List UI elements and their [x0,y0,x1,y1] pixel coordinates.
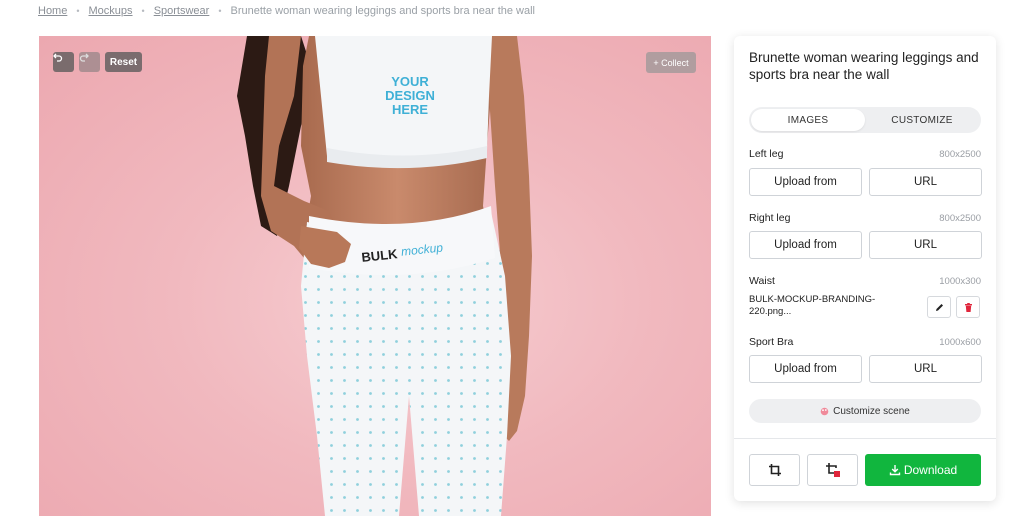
trash-icon [964,302,972,312]
waist-size: 1000x300 [939,276,981,287]
palette-icon [820,407,829,415]
tab-images[interactable]: IMAGES [751,109,865,131]
breadcrumb-current: Brunette woman wearing leggings and spor… [230,5,535,17]
left-leg-size: 800x2500 [939,149,981,160]
delete-waist-button[interactable] [956,296,980,318]
crop-icon [768,464,781,476]
background-button[interactable] [807,454,858,486]
reset-button[interactable]: Reset [105,52,142,72]
left-leg-url-button[interactable]: URL [869,168,982,196]
sport-bra-url-button[interactable]: URL [869,355,982,383]
bra-design-text-2: DESIGN [385,88,435,103]
breadcrumb-separator: • [218,6,222,16]
right-leg-label: Right leg [749,212,791,224]
collect-button[interactable]: + Collect [646,52,696,73]
redo-button[interactable] [79,52,100,72]
breadcrumb-sportswear-link[interactable]: Sportswear [154,5,210,17]
tab-customize[interactable]: CUSTOMIZE [865,109,979,131]
sport-bra-upload-button[interactable]: Upload from [749,355,862,383]
left-leg-upload-button[interactable]: Upload from [749,168,862,196]
right-leg-size: 800x2500 [939,213,981,224]
crop-button[interactable] [749,454,800,486]
panel-divider [734,438,996,439]
background-icon [825,463,840,477]
breadcrumb: Home • Mockups • Sportswear • Brunette w… [38,3,535,19]
customize-scene-label: Customize scene [833,405,910,417]
waist-label: Waist [749,275,775,287]
breadcrumb-separator: • [141,6,145,16]
waist-file-name: BULK-MOCKUP-BRANDING-220.png... [749,294,876,317]
sport-bra-size: 1000x600 [939,337,981,348]
sport-bra-label: Sport Bra [749,336,794,348]
breadcrumb-mockups-link[interactable]: Mockups [89,5,133,17]
right-leg-url-button[interactable]: URL [869,231,982,259]
breadcrumb-home-link[interactable]: Home [38,5,67,17]
bra-design-text-1: YOUR [391,74,429,89]
left-leg-label: Left leg [749,148,784,160]
pencil-icon [935,303,943,311]
right-leg-upload-button[interactable]: Upload from [749,231,862,259]
undo-icon [53,53,63,62]
breadcrumb-separator: • [76,6,80,16]
download-label: Download [903,463,958,477]
bra-design-text-3: HERE [392,102,428,117]
mockup-preview: YOUR DESIGN HERE BULK mockup Reset + Col… [39,36,711,516]
mockup-settings-panel: Brunette woman wearing leggings and spor… [734,36,996,501]
edit-waist-button[interactable] [927,296,951,318]
panel-title: Brunette woman wearing leggings and spor… [749,50,979,82]
redo-icon [79,53,89,62]
mockup-photo: YOUR DESIGN HERE BULK mockup [237,36,532,516]
undo-button[interactable] [53,52,74,72]
panel-tabs: IMAGES CUSTOMIZE [749,107,981,133]
download-button[interactable]: Download [865,454,981,486]
customize-scene-button[interactable]: Customize scene [749,399,981,423]
download-icon [889,465,901,476]
